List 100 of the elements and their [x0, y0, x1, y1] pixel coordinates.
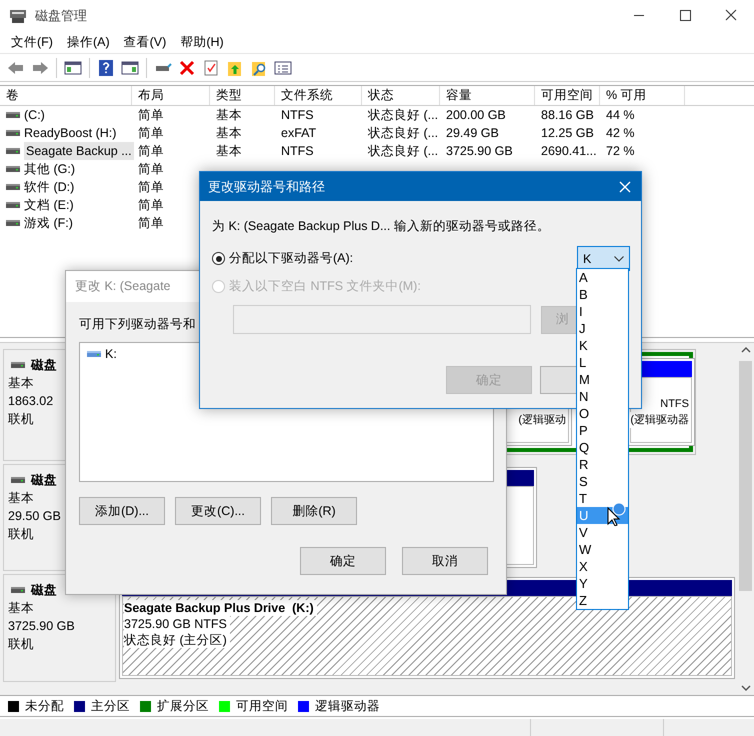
- table-cell[interactable]: 软件 (D:): [24, 178, 74, 196]
- list-option[interactable]: N: [577, 388, 628, 405]
- list-item[interactable]: K:: [105, 347, 117, 361]
- table-cell-text: 29.49 GB: [446, 125, 499, 142]
- disk-type: 基本: [8, 375, 34, 392]
- radio-button[interactable]: 分配以下驱动器号(A):: [212, 250, 354, 267]
- help-icon[interactable]: [97, 58, 115, 76]
- checklist-icon[interactable]: [202, 58, 220, 76]
- column-header[interactable]: 类型: [210, 86, 275, 105]
- menu-item[interactable]: 查看(V): [116, 34, 174, 50]
- table-cell-text: 简单: [138, 161, 164, 178]
- table-cell[interactable]: 其他 (G:): [24, 160, 75, 178]
- panel-icon[interactable]: [121, 58, 139, 76]
- dialog-title: 更改驱动器号和路径: [208, 178, 325, 196]
- table-cell-text: 基本: [216, 107, 242, 124]
- disk-status: 联机: [8, 526, 34, 543]
- list-option[interactable]: Y: [577, 575, 628, 592]
- table-cell-text: 88.16 GB: [541, 107, 594, 124]
- disk-name: 磁盘: [31, 357, 57, 374]
- table-cell-text: 简单: [138, 107, 164, 124]
- properties-icon[interactable]: [274, 58, 292, 76]
- table-cell-text: 44 %: [606, 107, 634, 124]
- dialog-title: 更改 K: (Seagate: [75, 278, 170, 295]
- menu-item[interactable]: 文件(F): [4, 34, 60, 50]
- table-cell-text: 42 %: [606, 125, 634, 142]
- dialog-prompt: 为 K: (Seagate Backup Plus D... 输入新的驱动器号或路径。: [212, 218, 551, 235]
- menu-item[interactable]: 操作(A): [60, 34, 117, 50]
- list-option[interactable]: O: [577, 405, 628, 422]
- table-cell-text: 200.00 GB: [446, 107, 506, 124]
- list-option[interactable]: K: [577, 337, 628, 354]
- dialog-button[interactable]: 确定: [300, 547, 386, 575]
- list-option[interactable]: S: [577, 473, 628, 490]
- table-cell-text: exFAT: [281, 125, 316, 142]
- dialog-button[interactable]: 取消: [402, 547, 488, 575]
- table-cell-text: 简单: [138, 125, 164, 142]
- table-cell-text: NTFS: [281, 107, 314, 124]
- list-option[interactable]: L: [577, 354, 628, 371]
- column-header[interactable]: 状态: [362, 86, 440, 105]
- table-cell-text: NTFS: [281, 143, 314, 160]
- disk-management-icon: [9, 8, 27, 24]
- drive-icon: [87, 350, 101, 358]
- disk-name: 磁盘: [31, 582, 57, 599]
- list-option[interactable]: W: [577, 541, 628, 558]
- disk-size: 3725.90 GB: [8, 618, 75, 635]
- column-header[interactable]: 文件系统: [275, 86, 362, 105]
- table-cell[interactable]: 文档 (E:): [24, 196, 74, 214]
- list-option[interactable]: B: [577, 286, 628, 303]
- action-button[interactable]: 添加(D)...: [79, 497, 165, 525]
- window-title: 磁盘管理: [35, 6, 87, 24]
- list-option[interactable]: V: [577, 524, 628, 541]
- table-cell-text: 基本: [216, 143, 242, 160]
- table-cell-text: 状态良好 (...: [368, 125, 438, 142]
- drive-icon: [6, 183, 20, 191]
- drive-icon: [6, 147, 20, 155]
- close-icon[interactable]: [619, 180, 631, 192]
- scrollbar-thumb[interactable]: [739, 361, 752, 591]
- column-header[interactable]: 容量: [440, 86, 535, 105]
- list-option[interactable]: J: [577, 320, 628, 337]
- partition-info: 3725.90 GB NTFS: [124, 616, 230, 632]
- column-header[interactable]: 布局: [132, 86, 210, 105]
- table-cell-text: 状态良好 (...: [368, 107, 438, 124]
- column-header[interactable]: 卷: [0, 86, 132, 105]
- list-option[interactable]: X: [577, 558, 628, 575]
- table-cell-text: 简单: [138, 197, 164, 214]
- list-option[interactable]: I: [577, 303, 628, 320]
- table-cell[interactable]: ReadyBoost (H:): [24, 124, 116, 142]
- dialog-prompt: 可用下列驱动器号和: [79, 316, 196, 333]
- list-option[interactable]: A: [577, 269, 628, 286]
- menu-item[interactable]: 帮助(H): [173, 34, 231, 50]
- action-button[interactable]: 删除(R): [271, 497, 357, 525]
- column-header[interactable]: 可用空间: [535, 86, 600, 105]
- legend-label: 主分区: [91, 698, 130, 714]
- table-cell[interactable]: 游戏 (F:): [24, 214, 73, 232]
- table-cell[interactable]: Seagate Backup ...: [24, 142, 134, 160]
- drive-icon: [6, 129, 20, 137]
- drive-icon: [6, 201, 20, 209]
- list-option[interactable]: Z: [577, 592, 628, 609]
- disk-name: 磁盘: [31, 472, 57, 489]
- table-cell[interactable]: (C:): [24, 106, 45, 124]
- table-cell-text: 简单: [138, 179, 164, 196]
- column-header[interactable]: % 可用: [600, 86, 685, 105]
- list-option[interactable]: T: [577, 490, 628, 507]
- list-option[interactable]: R: [577, 456, 628, 473]
- list-option[interactable]: M: [577, 371, 628, 388]
- legend-label: 扩展分区: [157, 698, 209, 714]
- delete-icon[interactable]: [178, 58, 196, 76]
- table-cell-text: 状态良好 (...: [368, 143, 438, 160]
- partition-info: (逻辑驱动器: [630, 412, 689, 428]
- action-button[interactable]: 更改(C)...: [175, 497, 261, 525]
- table-cell-text: 2690.41...: [541, 143, 597, 160]
- list-option[interactable]: P: [577, 422, 628, 439]
- table-cell-text: 3725.90 GB: [446, 143, 513, 160]
- table-cell-text: 简单: [138, 143, 164, 160]
- list-option[interactable]: Q: [577, 439, 628, 456]
- disk-type: 基本: [8, 490, 34, 507]
- partition-title: Seagate Backup Plus Drive (K:): [124, 600, 317, 616]
- disk-status: 联机: [8, 636, 34, 653]
- drive-letter-menu[interactable]: A B I J K L M N O P Q R S T U V W X Y Z: [576, 268, 629, 610]
- panel-icon[interactable]: [64, 58, 82, 76]
- disk-status: 联机: [8, 411, 34, 428]
